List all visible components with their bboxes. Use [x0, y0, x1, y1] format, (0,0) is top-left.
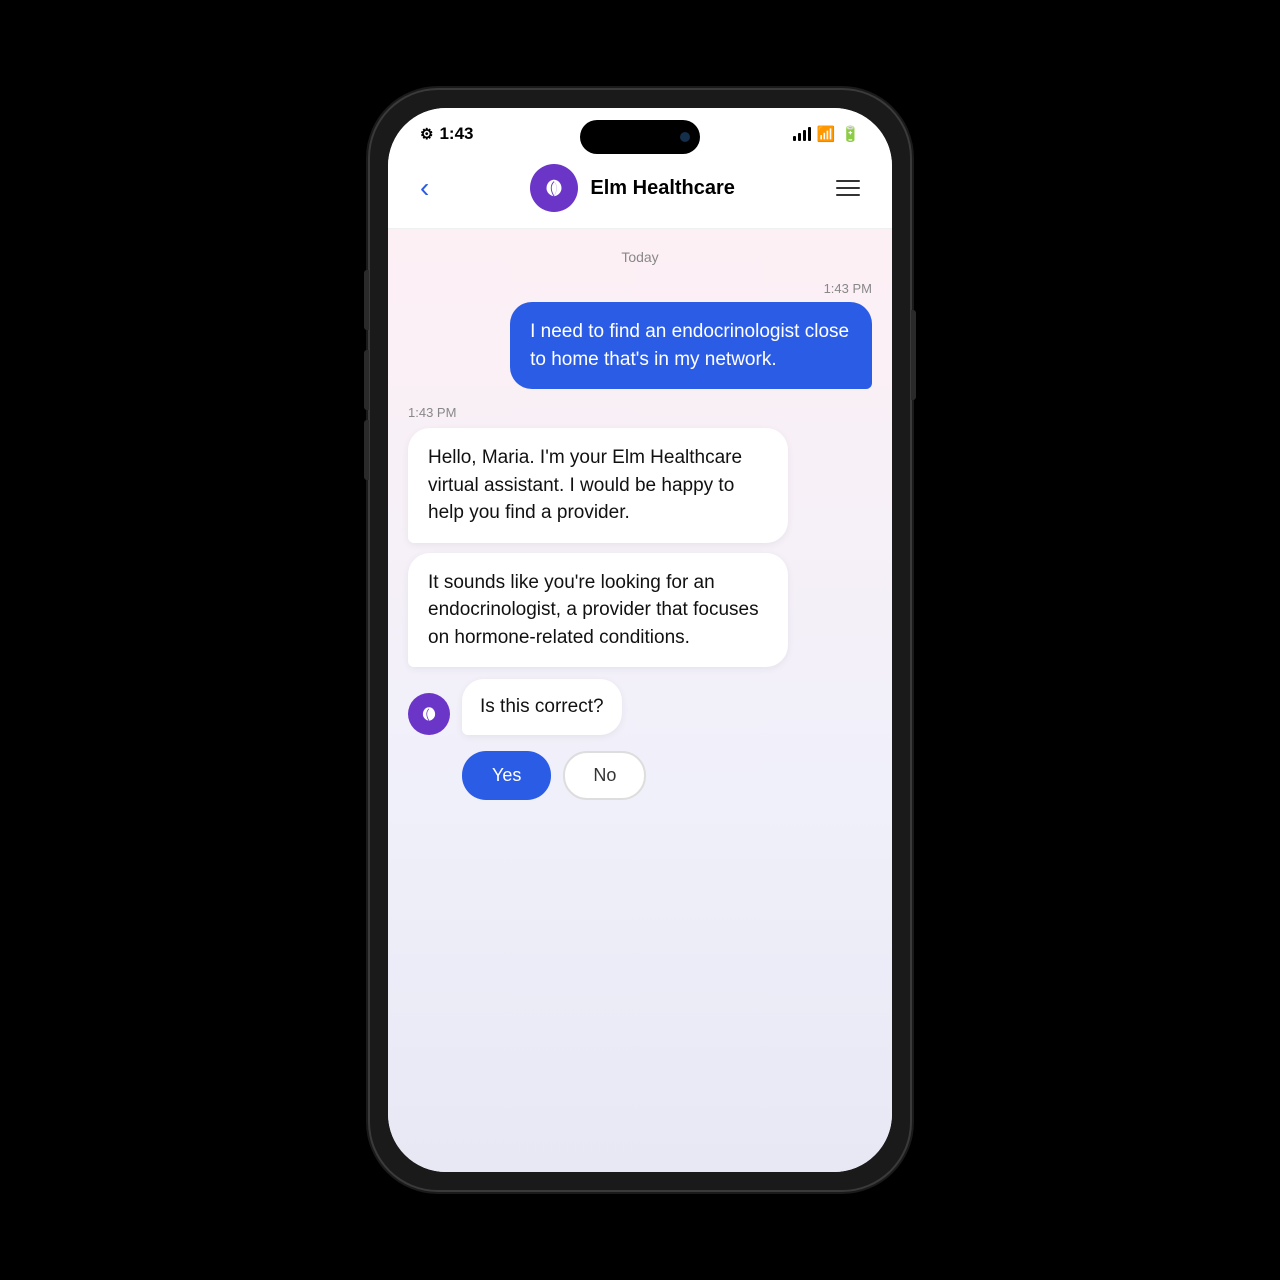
header-title: Elm Healthcare [590, 177, 735, 200]
status-icons: 📶 🔋 [793, 125, 860, 143]
header-center: Elm Healthcare [530, 164, 735, 212]
bot-message-group-1: 1:43 PM Hello, Maria. I'm your Elm Healt… [388, 405, 892, 667]
dynamic-island [580, 120, 700, 154]
bot-question-bubble: Is this correct? [462, 679, 622, 735]
bot-avatar-row: Is this correct? [388, 679, 892, 735]
phone-screen: ⚙ 1:43 📶 🔋 ‹ [388, 108, 892, 1172]
leaf-icon [543, 177, 565, 199]
user-message-group: 1:43 PM I need to find an endocrinologis… [388, 281, 892, 389]
date-label: Today [388, 249, 892, 265]
back-button[interactable]: ‹ [412, 170, 437, 206]
battery-icon: 🔋 [841, 125, 860, 143]
no-button[interactable]: No [563, 751, 646, 800]
phone-frame: ⚙ 1:43 📶 🔋 ‹ [370, 90, 910, 1190]
status-time: ⚙ 1:43 [420, 124, 473, 144]
menu-button[interactable] [828, 176, 868, 200]
wifi-icon: 📶 [817, 125, 836, 143]
app-header: ‹ Elm Healthcare [388, 152, 892, 229]
chat-area: Today 1:43 PM I need to find an endocrin… [388, 229, 892, 1172]
quick-replies: Yes No [388, 751, 892, 800]
bot-avatar [408, 693, 450, 735]
camera-dot [680, 132, 690, 142]
elm-healthcare-logo [530, 164, 578, 212]
yes-button[interactable]: Yes [462, 751, 551, 800]
bot-bubble-2: It sounds like you're looking for an end… [408, 553, 788, 668]
bot-message-time: 1:43 PM [408, 405, 872, 420]
bot-leaf-icon [420, 705, 438, 723]
status-bar: ⚙ 1:43 📶 🔋 [388, 108, 892, 152]
user-message-time: 1:43 PM [824, 281, 872, 296]
user-message-bubble: I need to find an endocrinologist close … [510, 302, 872, 389]
bot-bubble-1: Hello, Maria. I'm your Elm Healthcare vi… [408, 428, 788, 543]
signal-icon [793, 127, 811, 141]
gear-icon: ⚙ [420, 125, 433, 143]
